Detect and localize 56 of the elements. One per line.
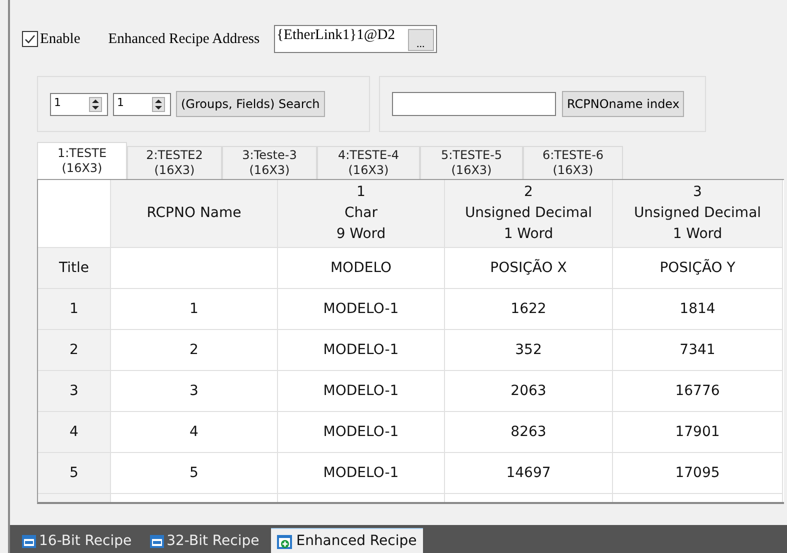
table-cell: 4 [111, 412, 278, 453]
table-cell: 7341 [613, 330, 783, 371]
browse-button[interactable]: ... [408, 29, 434, 51]
table-cell: MODELO [278, 248, 445, 289]
row-header: 2 [38, 330, 111, 371]
table-cell: MODELO-1 [278, 371, 445, 412]
recipe-type-tab[interactable]: 16-Bit Recipe [16, 528, 138, 553]
table-cell: 1622 [445, 289, 613, 330]
sheet-tab[interactable]: 5:TESTE-5 (16X3) [420, 146, 523, 179]
table-cell: 14697 [445, 453, 613, 494]
table-cell: MODELO-1 [278, 453, 445, 494]
spin-arrows-icon[interactable] [152, 96, 165, 112]
column-header: 2 Unsigned Decimal 1 Word [445, 180, 613, 248]
table-cell: 5 [111, 453, 278, 494]
group-spinbox[interactable]: 1 [50, 92, 108, 116]
column-header: 3 Unsigned Decimal 1 Word [613, 180, 783, 248]
recipe-plus-icon [277, 534, 294, 548]
address-label: Enhanced Recipe Address [108, 30, 260, 48]
column-header: RCPNO Name [111, 180, 278, 248]
table-cell: 352 [445, 330, 613, 371]
table-cell: 2063 [445, 371, 613, 412]
sheet-tab[interactable]: 1:TESTE (16X3) [37, 142, 127, 179]
sheet-tab[interactable]: 2:TESTE2 (16X3) [127, 146, 222, 179]
recipe-icon [150, 534, 164, 548]
table-cell: 16776 [613, 371, 783, 412]
sheet-tab[interactable]: 6:TESTE-6 (16X3) [523, 146, 623, 179]
row-header: 3 [38, 371, 111, 412]
row-header: 4 [38, 412, 111, 453]
spin-arrows-icon[interactable] [89, 96, 102, 112]
table-cell: 1 [111, 289, 278, 330]
table-cell: 3 [111, 371, 278, 412]
enable-checkbox[interactable]: Enable [22, 30, 108, 48]
table-cell: 17095 [613, 453, 783, 494]
table-cell: 1814 [613, 289, 783, 330]
table-cell: 17901 [613, 412, 783, 453]
table-cell: 8263 [445, 412, 613, 453]
recipe-type-tab[interactable]: 32-Bit Recipe [144, 528, 266, 553]
address-field[interactable]: {EtherLink1}1@D2 ... [274, 25, 437, 53]
table-cell: POSIÇÃO X [445, 248, 613, 289]
table-cell: MODELO-1 [278, 412, 445, 453]
sheet-tab[interactable]: 3:Teste-3 (16X3) [222, 146, 317, 179]
row-header: 5 [38, 453, 111, 494]
row-header: Title [38, 248, 111, 289]
index-button[interactable]: RCPNOname index [562, 91, 684, 117]
table-cell: MODELO-1 [278, 289, 445, 330]
table-cell: MODELO-1 [278, 330, 445, 371]
search-button[interactable]: (Groups, Fields) Search [176, 91, 325, 117]
row-header: 1 [38, 289, 111, 330]
name-field[interactable] [392, 92, 556, 116]
recipe-type-tab[interactable]: Enhanced Recipe [271, 528, 423, 553]
table-cell: POSIÇÃO Y [613, 248, 783, 289]
column-header: 1 Char 9 Word [278, 180, 445, 248]
table-cell: 2 [111, 330, 278, 371]
field-spinbox[interactable]: 1 [113, 92, 171, 116]
sheet-tab[interactable]: 4:TESTE-4 (16X3) [317, 146, 420, 179]
recipe-icon [22, 534, 36, 548]
